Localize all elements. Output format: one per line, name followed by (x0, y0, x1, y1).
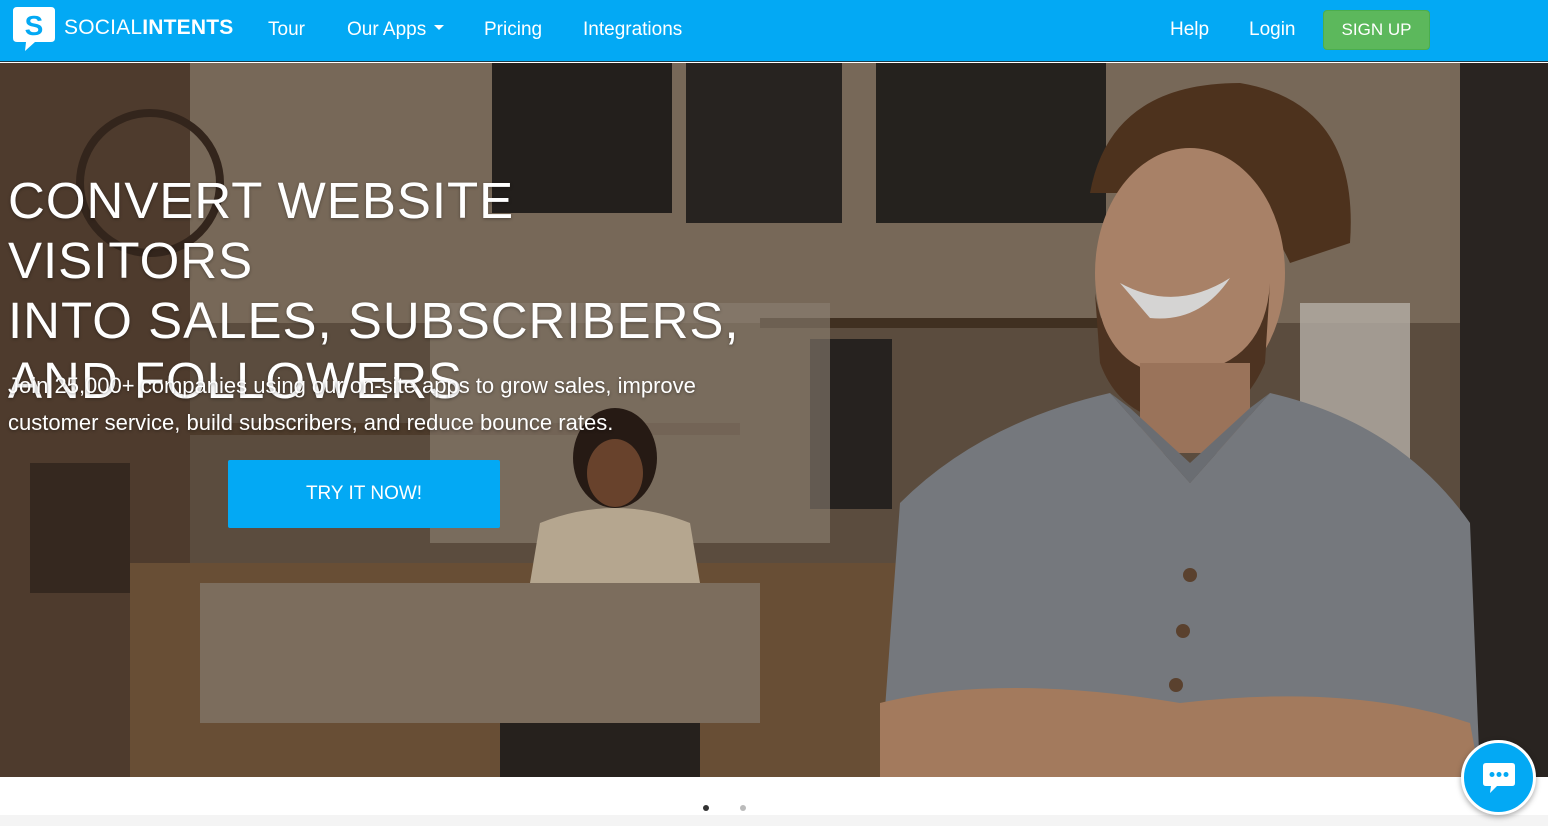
nav-login-link[interactable]: Login (1249, 19, 1296, 41)
carousel-dot-1[interactable] (703, 805, 709, 811)
top-navbar: S SOCIALINTENTS Tour Our Apps Pricing In… (0, 0, 1548, 62)
live-chat-button[interactable] (1461, 740, 1536, 815)
nav-tour-link[interactable]: Tour (268, 19, 305, 41)
nav-help-link[interactable]: Help (1170, 19, 1209, 41)
brand-logo-link[interactable]: S SOCIALINTENTS (11, 4, 233, 52)
try-it-now-button[interactable]: TRY IT NOW! (228, 460, 500, 528)
carousel-dot-2[interactable] (740, 805, 746, 811)
nav-integrations-link[interactable]: Integrations (583, 19, 682, 41)
chat-bubble-icon (1482, 762, 1515, 793)
caret-down-icon (434, 25, 445, 31)
speech-bubble-s-logo-icon: S (11, 4, 57, 52)
carousel-indicators (700, 802, 760, 814)
svg-text:S: S (25, 10, 44, 41)
hero-section: CONVERT WEBSITE VISITORS INTO SALES, SUB… (0, 63, 1548, 777)
section-divider (0, 815, 1548, 826)
signup-button[interactable]: SIGN UP (1323, 10, 1430, 50)
nav-our-apps-label: Our Apps (347, 19, 427, 40)
hero-subheadline: Join 25,000+ companies using our on-site… (8, 373, 696, 435)
nav-pricing-link[interactable]: Pricing (484, 19, 542, 41)
nav-our-apps-dropdown[interactable]: Our Apps (347, 19, 445, 41)
brand-name: SOCIALINTENTS (64, 16, 234, 39)
